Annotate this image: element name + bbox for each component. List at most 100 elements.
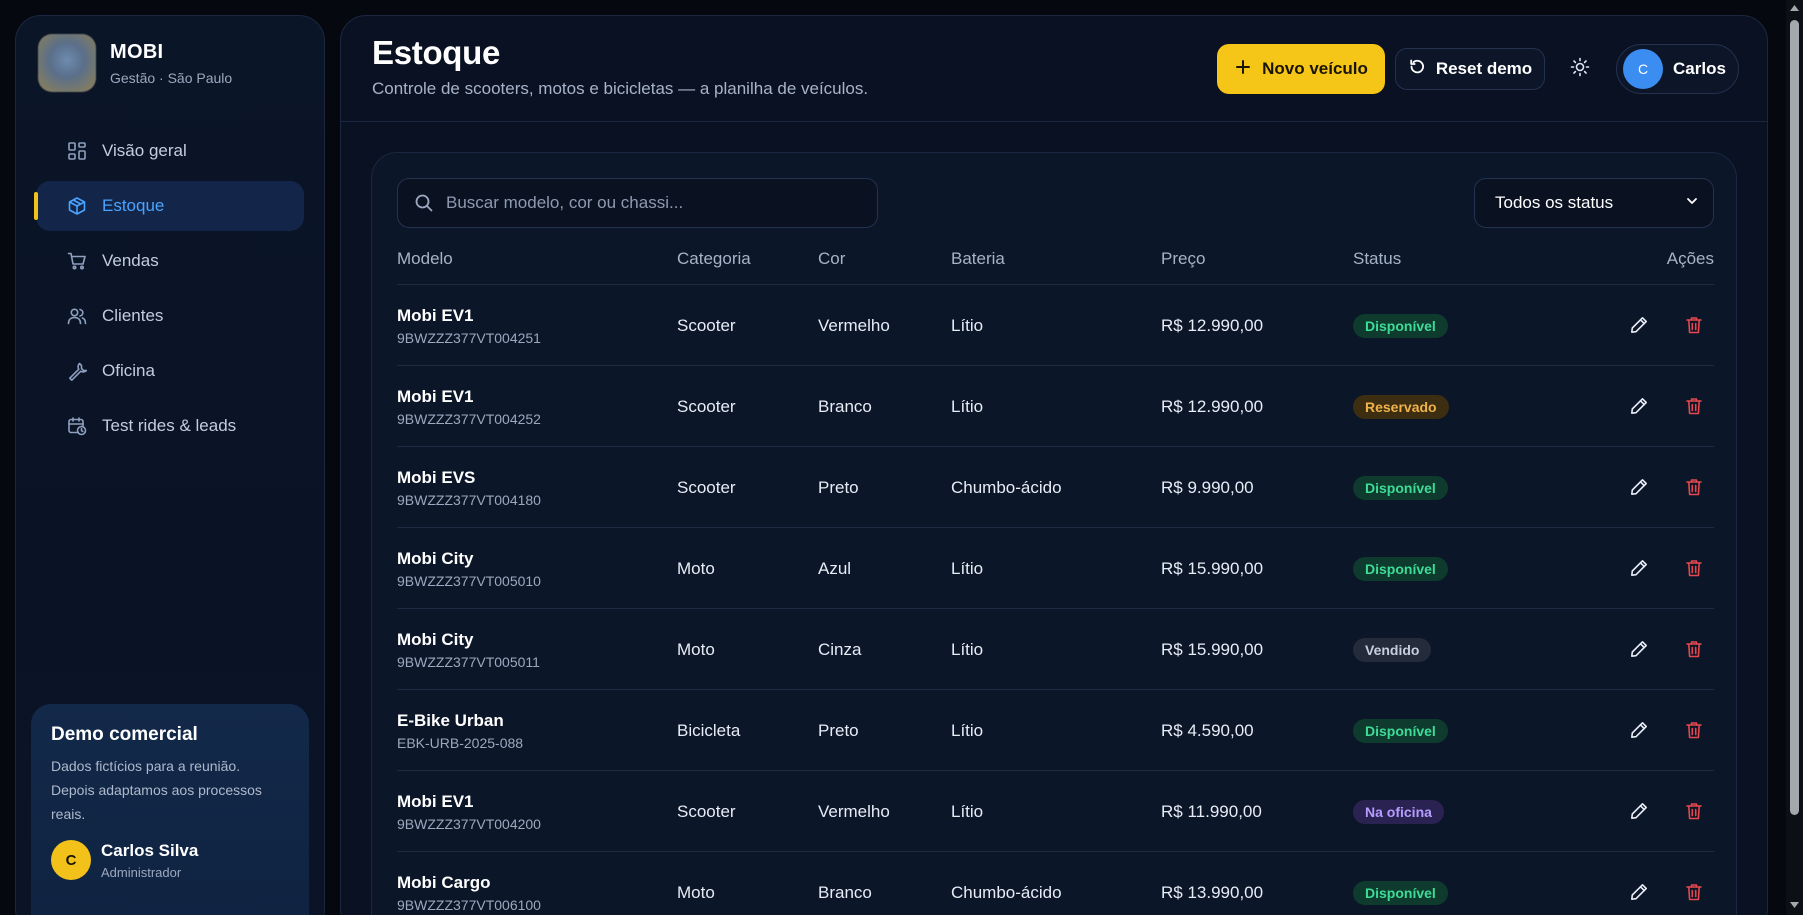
demo-title: Demo comercial [51,724,198,745]
page-title: Estoque [372,34,501,71]
cell-color: Preto [818,720,859,740]
demo-user-role: Administrador [101,864,182,880]
table-body: Mobi EV1 9BWZZZ377VT004251 Scooter Vermelho… [397,285,1714,915]
model-chassis: 9BWZZZ377VT005010 [397,572,541,589]
delete-button[interactable] [1682,880,1706,904]
brand[interactable]: MOBI Gestão · São Paulo [38,34,232,92]
user-menu[interactable]: C Carlos [1616,44,1739,94]
demo-text: Dados fictícios para a reunião. Depois a… [51,758,262,822]
delete-button[interactable] [1682,556,1706,580]
new-vehicle-label: Novo veículo [1262,59,1368,78]
sidebar-item-visao-geral[interactable]: Visão geral [36,126,304,176]
cell-color: Azul [818,558,852,578]
delete-button[interactable] [1682,394,1706,418]
plus-icon [1234,58,1252,81]
cell-color: Vermelho [818,801,890,821]
column-header-bateria[interactable]: Bateria [951,249,1005,269]
status-badge: Disponível [1353,313,1448,338]
model-name: Mobi EV1 [397,791,474,811]
cell-model: Mobi EV1 9BWZZZ377VT004200 [397,771,541,852]
cell-battery: Chumbo-ácido [951,882,1062,902]
edit-button[interactable] [1627,718,1651,742]
table-row[interactable]: Mobi Cargo 9BWZZZ377VT006100 Moto Branco Chu… [397,852,1714,915]
table-row[interactable]: Mobi EV1 9BWZZZ377VT004251 Scooter Vermelho… [397,285,1714,366]
cell-color: Preto [818,477,859,497]
cell-model: Mobi EV1 9BWZZZ377VT004252 [397,366,541,447]
brand-name: MOBI [110,40,164,63]
cell-category: Moto [677,639,715,659]
cell-status: Vendido [1353,609,1432,690]
sidebar-item-estoque[interactable]: Estoque [34,181,304,231]
edit-button[interactable] [1627,637,1651,661]
cell-price: R$ 11.990,00 [1161,801,1262,821]
trash-icon [1686,317,1702,334]
table-row[interactable]: Mobi City 9BWZZZ377VT005011 Moto Cinza Lítio… [397,609,1714,690]
scroll-down-arrow-icon[interactable] [1789,900,1800,910]
edit-button[interactable] [1627,475,1651,499]
cell-battery: Lítio [951,396,984,416]
table-row[interactable]: Mobi EV1 9BWZZZ377VT004200 Scooter Vermelho… [397,771,1714,852]
table-row[interactable]: E-Bike Urban EBK-URB-2025-088 Bicicleta Pre… [397,690,1714,771]
demo-user-name: Carlos Silva [101,840,199,860]
delete-button[interactable] [1682,718,1706,742]
table-row[interactable]: Mobi EVS 9BWZZZ377VT004180 Scooter Preto Chu… [397,447,1714,528]
cell-status: Reservado [1353,366,1449,447]
demo-user[interactable]: C Carlos Silva Administrador [51,840,289,880]
sidebar-item-label: Test rides & leads [102,416,237,435]
trash-icon [1686,722,1702,739]
page-scrollbar[interactable] [1786,0,1803,915]
status-badge: Reservado [1353,394,1449,419]
column-header-preco[interactable]: Preço [1161,249,1205,269]
theme-toggle-button[interactable] [1563,52,1597,86]
column-header-categoria[interactable]: Categoria [677,249,751,269]
table-row[interactable]: Mobi City 9BWZZZ377VT005010 Moto Azul Lítio R… [397,528,1714,609]
sidebar-item-label: Visão geral [102,141,187,160]
cell-status: Disponível [1353,852,1448,915]
cell-status: Disponível [1353,528,1448,609]
reset-demo-button[interactable]: Reset demo [1395,48,1545,90]
cell-category: Scooter [677,801,736,821]
column-header-status[interactable]: Status [1353,249,1401,269]
column-header-modelo[interactable]: Modelo [397,249,453,269]
pencil-icon [1631,722,1647,738]
delete-button[interactable] [1682,313,1706,337]
package-icon [66,195,88,217]
delete-button[interactable] [1682,475,1706,499]
sidebar-item-vendas[interactable]: Vendas [36,236,304,286]
edit-button[interactable] [1627,880,1651,904]
cell-battery: Lítio [951,315,984,335]
scroll-up-arrow-icon[interactable] [1789,3,1800,13]
cell-model: Mobi City 9BWZZZ377VT005010 [397,528,541,609]
status-filter-select[interactable]: Todos os status [1474,178,1714,228]
sun-icon [1570,57,1590,82]
sidebar-item-clientes[interactable]: Clientes [36,291,304,341]
pencil-icon [1631,803,1647,819]
new-vehicle-button[interactable]: Novo veículo [1217,44,1385,94]
search-input[interactable] [446,193,846,213]
edit-button[interactable] [1627,394,1651,418]
cell-category: Scooter [677,477,736,497]
search-box[interactable] [397,178,878,228]
edit-button[interactable] [1627,799,1651,823]
search-icon [414,193,434,213]
pencil-icon [1631,398,1647,414]
sidebar-item-test-rides[interactable]: Test rides & leads [36,401,304,451]
pencil-icon [1631,479,1647,495]
trash-icon [1686,884,1702,901]
status-badge: Disponível [1353,556,1448,581]
column-header-cor[interactable]: Cor [818,249,845,269]
pencil-icon [1631,317,1647,333]
scrollbar-thumb[interactable] [1790,20,1799,815]
edit-button[interactable] [1627,556,1651,580]
table-row[interactable]: Mobi EV1 9BWZZZ377VT004252 Scooter Branco Lí… [397,366,1714,447]
cell-color: Branco [818,396,872,416]
sidebar-item-oficina[interactable]: Oficina [36,346,304,396]
table-header: Modelo Categoria Cor Bateria Preço Statu… [397,249,1714,285]
cell-battery: Lítio [951,639,984,659]
cell-category: Moto [677,882,715,902]
page-header: Estoque Controle de scooters, motos e bi… [341,16,1767,122]
delete-button[interactable] [1682,637,1706,661]
model-chassis: 9BWZZZ377VT004200 [397,815,541,832]
delete-button[interactable] [1682,799,1706,823]
edit-button[interactable] [1627,313,1651,337]
